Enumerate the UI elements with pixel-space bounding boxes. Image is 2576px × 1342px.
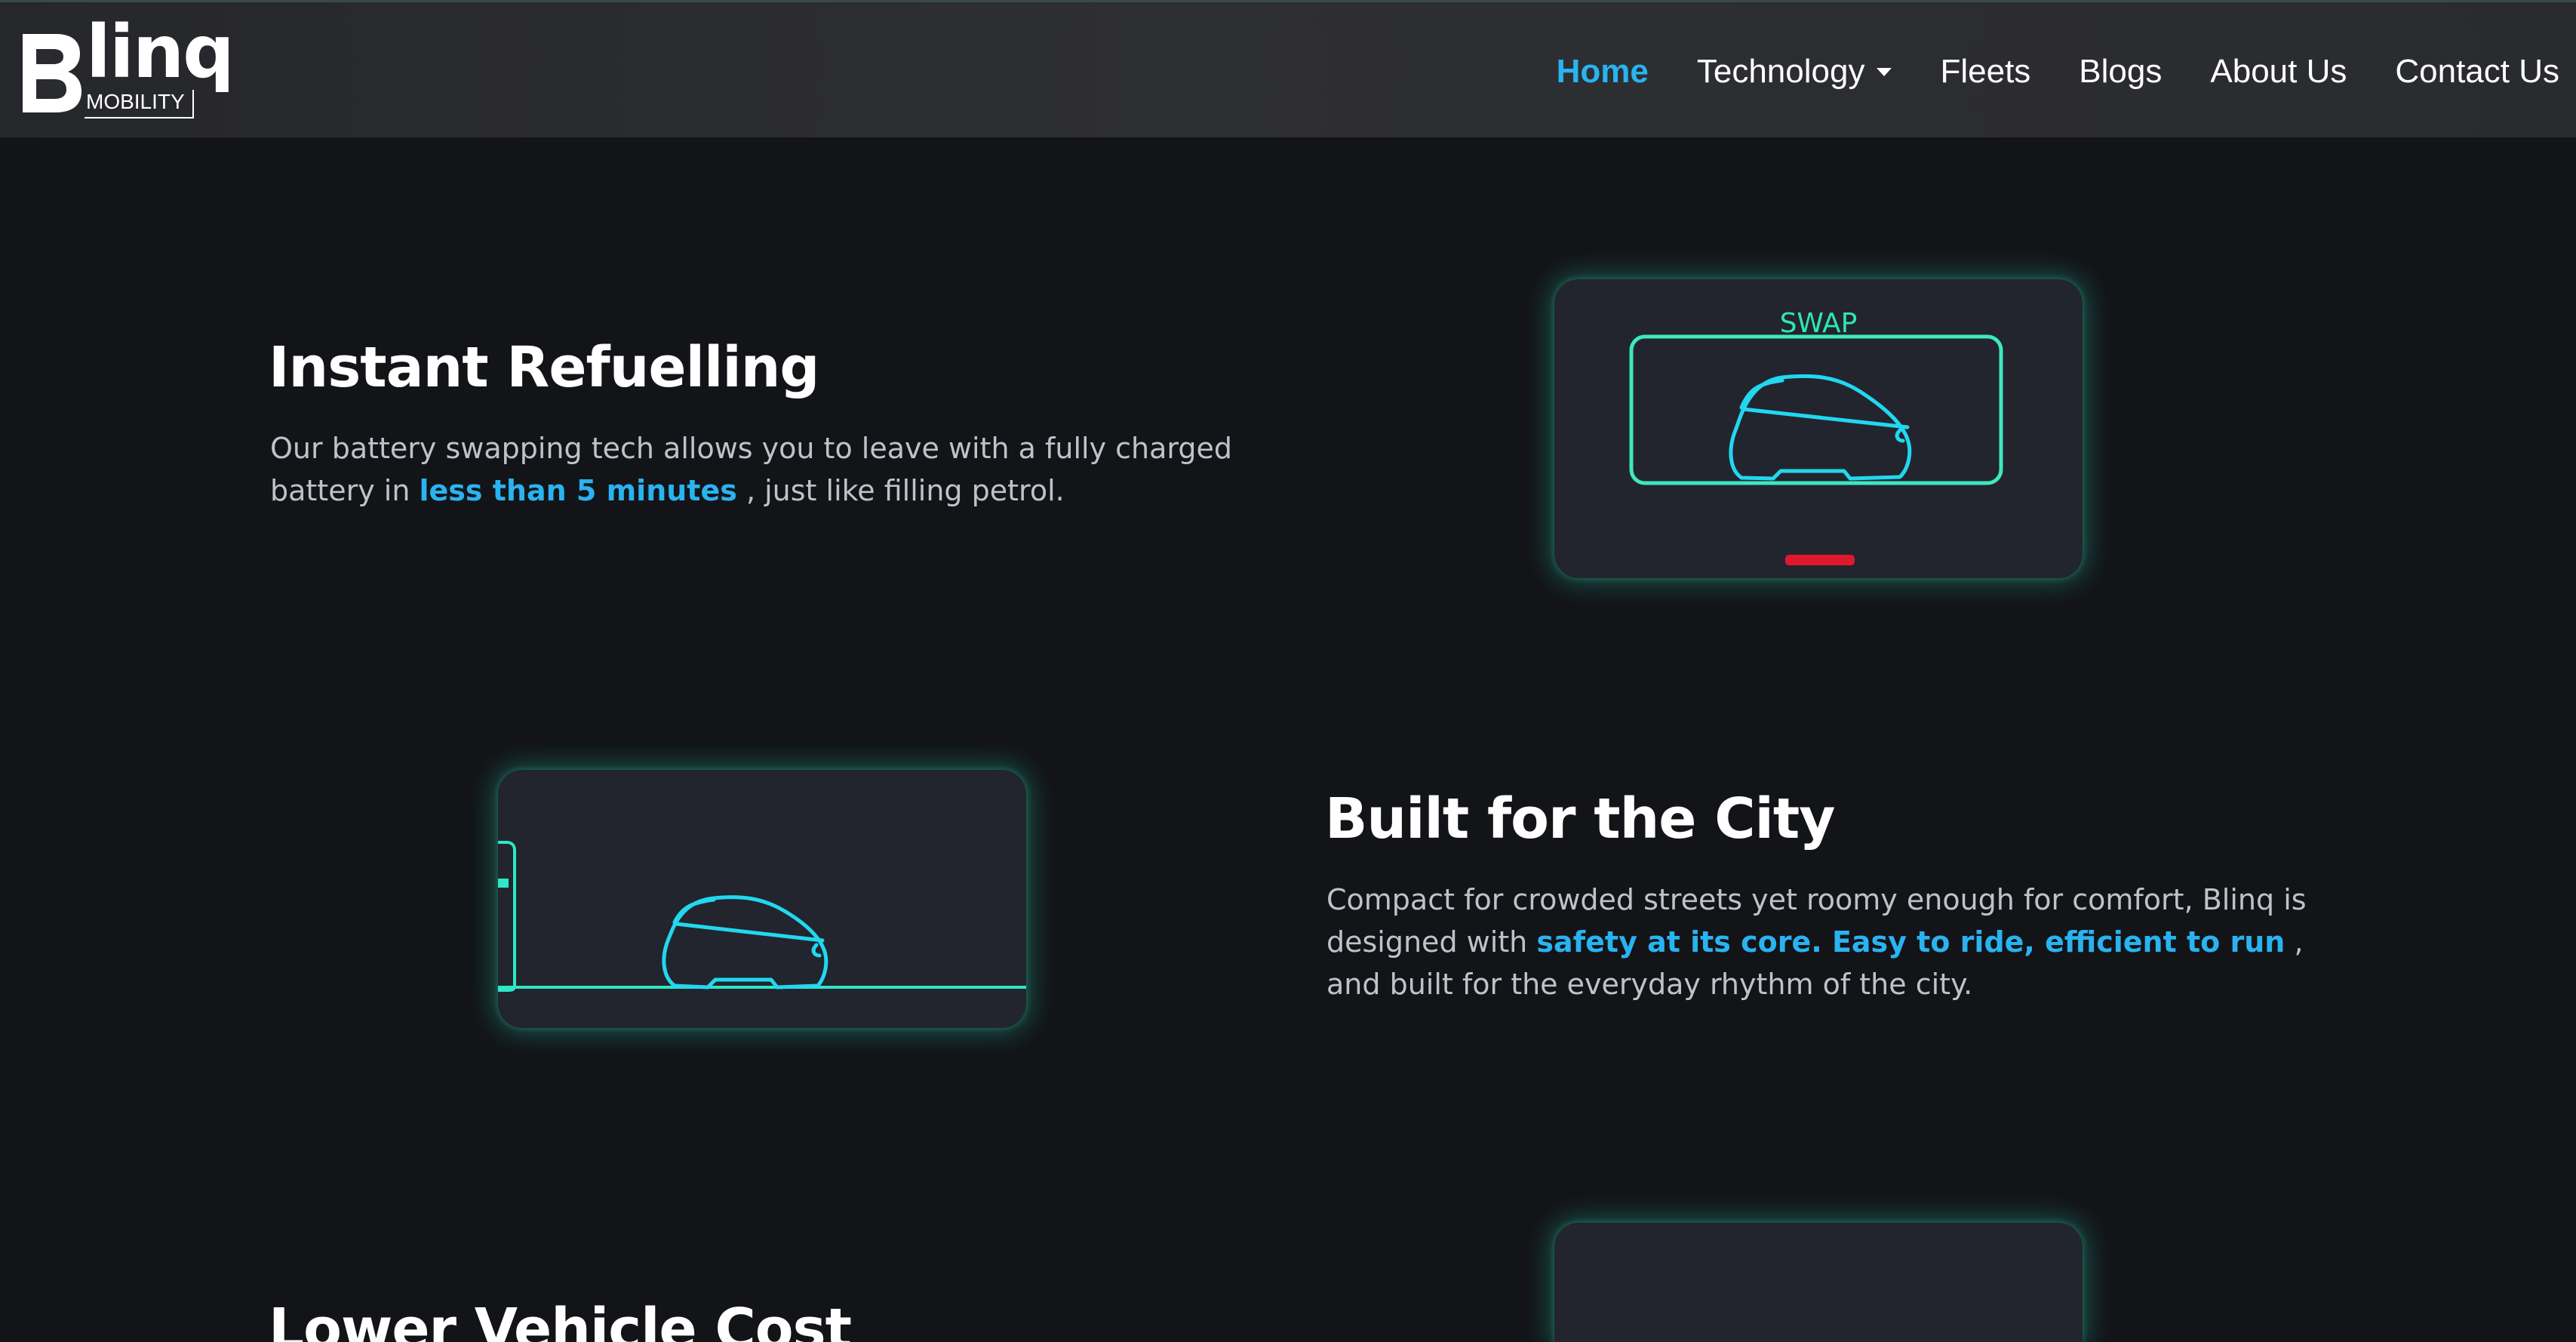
swap-station-frame [1629,334,2003,485]
nav-home[interactable]: Home [1557,53,1649,91]
nav-technology-label: Technology [1696,53,1865,90]
nav-about-label: About Us [2210,53,2347,90]
charging-post-icon [498,841,516,992]
nav-contact-label: Contact Us [2395,53,2559,90]
swap-illustration: SWAP [1629,308,2003,565]
refuel-highlight: less than 5 minutes [419,474,737,507]
nav-fleets-label: Fleets [1940,53,2031,90]
nav-fleets[interactable]: Fleets [1940,53,2030,91]
logo-wordmark: linq [86,10,235,94]
city-highlight: safety at its core. Easy to ride, effici… [1536,925,2286,959]
main-nav: Home Technology Fleets Blogs About Us Co… [1508,49,2559,94]
city-heading: Built for the City [1325,786,1836,851]
nav-contact-us[interactable]: Contact Us [2395,53,2559,91]
logo-subtitle: MOBILITY [85,90,194,119]
charging-post-light [498,879,509,888]
refuel-heading: Instant Refuelling [269,335,819,400]
city-illustration [498,841,1026,992]
refuel-text-2: , just like filling petrol. [736,474,1065,507]
swap-label: SWAP [1780,308,1858,339]
city-description: Compact for crowded streets yet roomy en… [1326,879,2353,1005]
nav-home-label: Home [1556,53,1649,90]
cost-heading: Lower Vehicle Cost [269,1297,852,1342]
city-animation-card [498,770,1026,1028]
car-outline-icon [662,895,828,990]
chevron-down-icon [1877,67,1892,76]
cost-animation-card [1554,1223,2083,1342]
blinq-logo[interactable]: linq MOBILITY [20,16,235,119]
top-navbar: linq MOBILITY Home Technology Fleets Blo… [0,0,2576,137]
logo-b-mark [23,34,81,112]
nav-blogs-label: Blogs [2079,53,2163,90]
nav-blogs[interactable]: Blogs [2079,53,2162,91]
nav-about-us[interactable]: About Us [2210,53,2347,91]
swap-animation-card: SWAP [1554,279,2083,578]
nav-technology[interactable]: Technology [1697,53,1892,91]
refuel-description: Our battery swapping tech allows you to … [270,427,1251,512]
car-outline-icon [1729,374,1912,481]
swap-indicator [1785,555,1855,565]
